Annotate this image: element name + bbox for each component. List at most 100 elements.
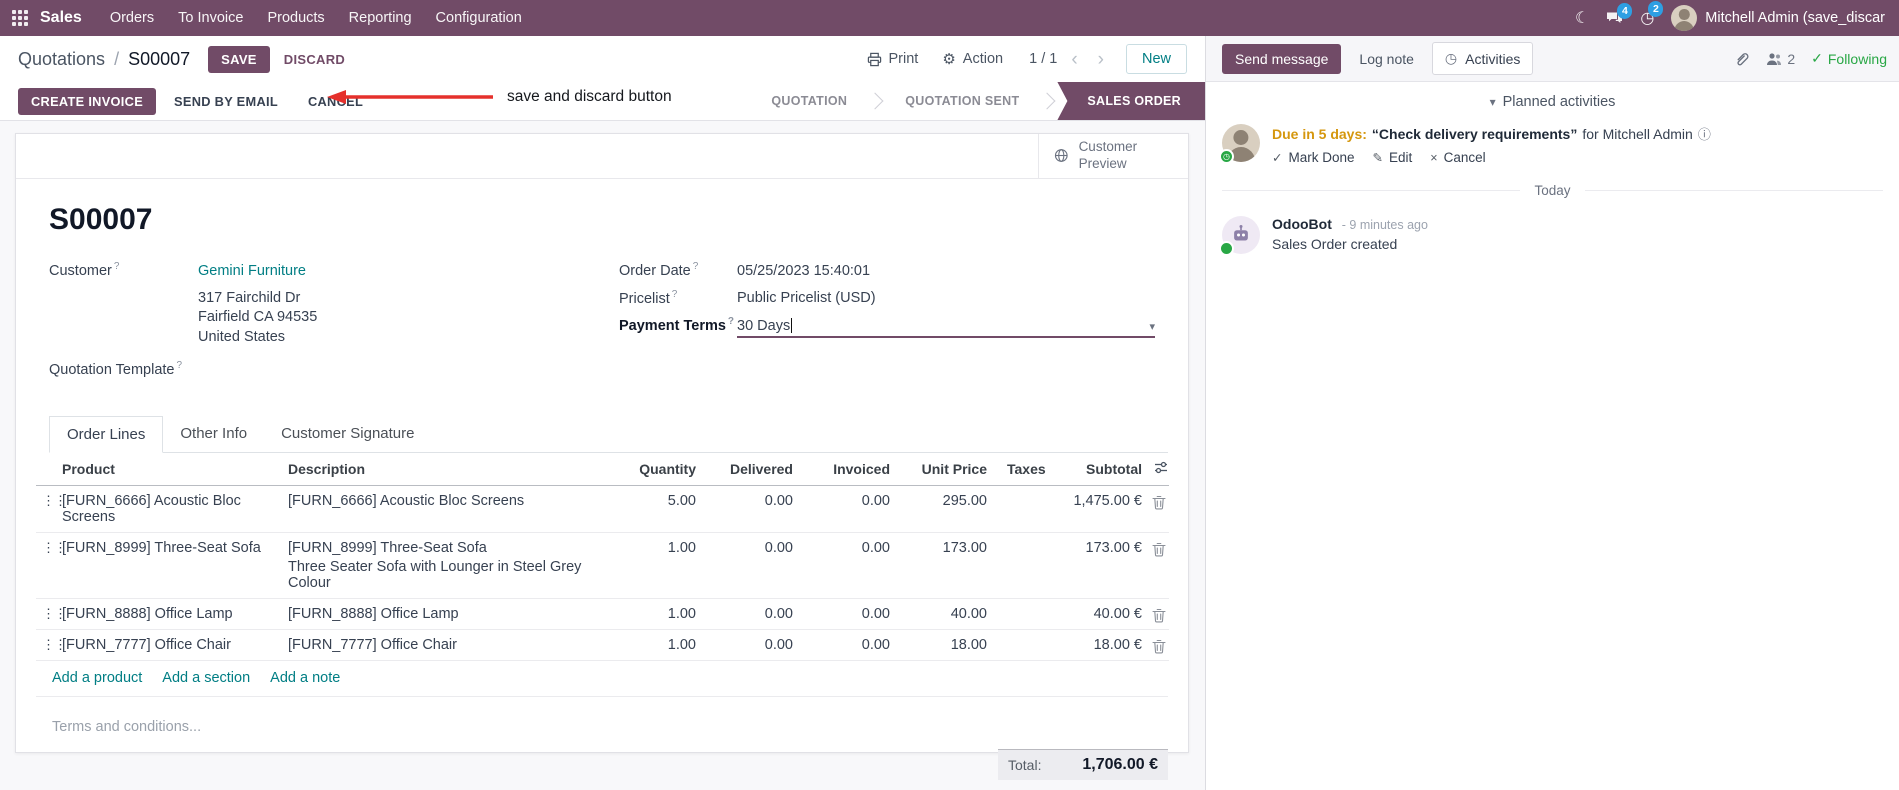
activities-button[interactable]: ◷ Activities (1431, 42, 1534, 75)
cell-description[interactable]: [FURN_8999] Three-Seat Sofa Three Seater … (282, 532, 612, 599)
order-line-row: ⋮⋮ [FURN_8999] Three-Seat Sofa [FURN_899… (36, 532, 1169, 599)
delete-row-cell (1148, 598, 1169, 630)
info-icon[interactable]: ⓘ (1698, 124, 1711, 143)
user-avatar (1671, 5, 1698, 31)
trash-icon[interactable] (1151, 542, 1166, 557)
add-a-product-link[interactable]: Add a product (52, 670, 142, 686)
edit-activity-button[interactable]: ✎ Edit (1373, 150, 1413, 165)
cell-unit-price[interactable]: 173.00 (896, 532, 993, 599)
app-name[interactable]: Sales (40, 9, 82, 27)
customer-link[interactable]: Gemini Furniture (198, 263, 306, 279)
messages-icon[interactable]: 4 (1606, 3, 1633, 26)
menu-products[interactable]: Products (255, 0, 336, 36)
cell-product[interactable]: [FURN_8999] Three-Seat Sofa (56, 532, 282, 599)
pager-previous-icon[interactable]: ‹ (1065, 50, 1083, 69)
pager-value[interactable]: 1 / 1 (1029, 51, 1057, 67)
cell-description[interactable]: [FURN_6666] Acoustic Bloc Screens (282, 485, 612, 533)
column-delivered[interactable]: Delivered (702, 452, 799, 486)
tab-order-lines[interactable]: Order Lines (49, 415, 164, 453)
user-menu[interactable]: Mitchell Admin (save_discar (1671, 5, 1885, 31)
menu-orders[interactable]: Orders (98, 0, 166, 36)
cell-quantity[interactable]: 1.00 (612, 598, 702, 630)
cell-invoiced[interactable]: 0.00 (799, 485, 896, 533)
drag-handle-icon[interactable]: ⋮⋮ (36, 598, 67, 630)
cancel-activity-button[interactable]: × Cancel (1430, 150, 1485, 165)
payment-terms-input[interactable]: 30 Days ▾ (737, 318, 1155, 339)
tab-other-info[interactable]: Other Info (163, 416, 264, 453)
trash-icon[interactable] (1151, 608, 1166, 623)
cell-taxes[interactable] (993, 629, 1053, 661)
create-invoice-button[interactable]: CREATE INVOICE (18, 87, 157, 115)
discard-button[interactable]: DISCARD (274, 46, 355, 73)
mark-done-button[interactable]: ✓ Mark Done (1272, 150, 1355, 165)
column-unit-price[interactable]: Unit Price (896, 452, 993, 486)
pricelist-field[interactable]: Public Pricelist (USD) (737, 290, 876, 306)
cell-quantity[interactable]: 1.00 (612, 532, 702, 599)
cell-quantity[interactable]: 1.00 (612, 629, 702, 661)
stage-sales-order[interactable]: SALES ORDER (1057, 82, 1205, 120)
cancel-button[interactable]: CANCEL (296, 88, 375, 115)
save-button[interactable]: SAVE (208, 45, 270, 73)
attachments-button[interactable] (1734, 51, 1750, 67)
terms-and-conditions-placeholder[interactable]: Terms and conditions... (52, 719, 1168, 735)
cell-taxes[interactable] (993, 485, 1053, 533)
cell-invoiced[interactable]: 0.00 (799, 629, 896, 661)
followers-button[interactable]: 2 (1766, 51, 1795, 67)
print-button[interactable]: Print (859, 46, 927, 72)
cell-delivered[interactable]: 0.00 (702, 485, 799, 533)
add-a-section-link[interactable]: Add a section (162, 670, 250, 686)
add-a-note-link[interactable]: Add a note (270, 670, 340, 686)
cell-product[interactable]: [FURN_7777] Office Chair (56, 629, 282, 661)
activities-systray-icon[interactable]: ◷ 2 (1640, 1, 1664, 28)
planned-activities-header[interactable]: ▾ Planned activities (1222, 94, 1883, 110)
following-button[interactable]: ✓ Following (1811, 50, 1887, 67)
cell-description[interactable]: [FURN_8888] Office Lamp (282, 598, 612, 630)
chatter-panel: Send message Log note ◷ Activities 2 ✓ F… (1205, 36, 1899, 790)
cell-product[interactable]: [FURN_6666] Acoustic Bloc Screens (56, 485, 282, 533)
column-invoiced[interactable]: Invoiced (799, 452, 896, 486)
action-label: Action (962, 51, 1004, 67)
column-description[interactable]: Description (282, 452, 612, 486)
drag-handle-icon[interactable]: ⋮⋮ (36, 629, 67, 661)
cell-unit-price[interactable]: 295.00 (896, 485, 993, 533)
apps-menu-icon[interactable] (12, 10, 28, 26)
send-by-email-button[interactable]: SEND BY EMAIL (162, 88, 290, 115)
customer-preview-button[interactable]: Customer Preview (1038, 134, 1188, 178)
cell-invoiced[interactable]: 0.00 (799, 598, 896, 630)
menu-reporting[interactable]: Reporting (337, 0, 424, 36)
cell-taxes[interactable] (993, 532, 1053, 599)
menu-configuration[interactable]: Configuration (424, 0, 534, 36)
cell-delivered[interactable]: 0.00 (702, 598, 799, 630)
trash-icon[interactable] (1151, 639, 1166, 654)
trash-icon[interactable] (1151, 495, 1166, 510)
column-subtotal[interactable]: Subtotal (1053, 452, 1148, 486)
dark-mode-moon-icon[interactable]: ☾ (1575, 8, 1589, 28)
stage-quotation-sent[interactable]: QUOTATION SENT (885, 82, 1039, 120)
cell-taxes[interactable] (993, 598, 1053, 630)
cell-quantity[interactable]: 5.00 (612, 485, 702, 533)
order-date-field[interactable]: 05/25/2023 15:40:01 (737, 263, 870, 279)
optional-columns-icon[interactable] (1148, 452, 1169, 486)
drag-handle-icon[interactable]: ⋮⋮ (36, 532, 67, 599)
send-message-button[interactable]: Send message (1222, 43, 1342, 74)
cell-invoiced[interactable]: 0.00 (799, 532, 896, 599)
cell-unit-price[interactable]: 40.00 (896, 598, 993, 630)
column-quantity[interactable]: Quantity (612, 452, 702, 486)
tab-customer-signature[interactable]: Customer Signature (264, 416, 431, 453)
new-button[interactable]: New (1125, 44, 1187, 74)
column-taxes[interactable]: Taxes (993, 452, 1053, 486)
breadcrumb-quotations[interactable]: Quotations (18, 49, 105, 70)
cell-delivered[interactable]: 0.00 (702, 532, 799, 599)
cell-description[interactable]: [FURN_7777] Office Chair (282, 629, 612, 661)
log-note-button[interactable]: Log note (1351, 44, 1422, 74)
stage-quotation[interactable]: QUOTATION (751, 82, 867, 120)
action-button[interactable]: ⚙ Action (934, 45, 1011, 73)
cell-unit-price[interactable]: 18.00 (896, 629, 993, 661)
dropdown-caret-icon[interactable]: ▾ (1149, 320, 1155, 333)
cell-product[interactable]: [FURN_8888] Office Lamp (56, 598, 282, 630)
cell-delivered[interactable]: 0.00 (702, 629, 799, 661)
pager-next-icon[interactable]: › (1092, 50, 1110, 69)
menu-to-invoice[interactable]: To Invoice (166, 0, 255, 36)
drag-handle-icon[interactable]: ⋮⋮ (36, 485, 67, 533)
column-product[interactable]: Product (56, 452, 282, 486)
